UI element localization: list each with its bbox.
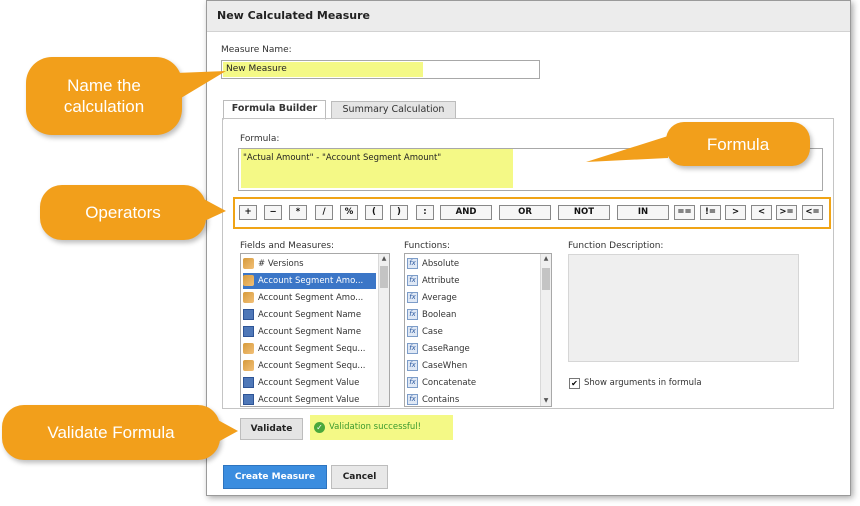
list-item[interactable]: fx Contains: [407, 392, 459, 406]
list-item[interactable]: fx Attribute: [407, 273, 460, 289]
operator-plus-button[interactable]: +: [239, 205, 257, 220]
tab-summary-calculation[interactable]: Summary Calculation: [331, 101, 456, 119]
callout-operators: Operators: [40, 185, 226, 240]
scroll-up-icon[interactable]: ▲: [541, 254, 551, 264]
fields-label: Fields and Measures:: [240, 241, 335, 251]
callout-operators-text: Operators: [85, 203, 161, 222]
function-icon: fx: [407, 377, 418, 388]
list-item[interactable]: Account Segment Name: [243, 307, 361, 323]
function-icon: fx: [407, 292, 418, 303]
scroll-thumb[interactable]: [380, 266, 388, 288]
column-icon: [243, 394, 254, 405]
function-icon: fx: [407, 275, 418, 286]
fields-scrollbar[interactable]: ▲: [378, 254, 389, 406]
functions-label: Functions:: [404, 241, 451, 251]
operators-bar: + − * / % ( ) : AND OR NOT IN == != > < …: [233, 197, 831, 229]
list-item[interactable]: Account Segment Amo...: [243, 290, 363, 306]
list-item[interactable]: fx CaseWhen: [407, 358, 467, 374]
operator-equals-button[interactable]: ==: [674, 205, 695, 220]
check-circle-icon: ✓: [314, 422, 325, 433]
measure-icon: [243, 275, 254, 286]
list-item[interactable]: Account Segment Sequ...: [243, 341, 366, 357]
measure-icon: [243, 343, 254, 354]
function-icon: fx: [407, 258, 418, 269]
callout-pointer: [586, 136, 668, 162]
function-icon: fx: [407, 343, 418, 354]
operator-multiply-button[interactable]: *: [289, 205, 307, 220]
list-item[interactable]: fx Absolute: [407, 256, 459, 272]
operator-greater-equal-button[interactable]: >=: [776, 205, 797, 220]
operator-not-button[interactable]: NOT: [558, 205, 610, 220]
formula-value: "Actual Amount" - "Account Segment Amoun…: [243, 153, 442, 163]
operator-in-button[interactable]: IN: [617, 205, 669, 220]
create-measure-button[interactable]: Create Measure: [223, 465, 327, 489]
function-icon: fx: [407, 360, 418, 371]
function-icon: fx: [407, 326, 418, 337]
list-item[interactable]: fx Boolean: [407, 307, 456, 323]
dialog-titlebar: New Calculated Measure: [207, 1, 850, 32]
operator-minus-button[interactable]: −: [264, 205, 282, 220]
list-item[interactable]: Account Segment Value: [243, 375, 359, 391]
column-icon: [243, 326, 254, 337]
show-arguments-label: Show arguments in formula: [584, 378, 702, 388]
operator-less-button[interactable]: <: [751, 205, 772, 220]
callout-name: Name the calculation: [26, 57, 226, 135]
function-icon: fx: [407, 309, 418, 320]
list-item[interactable]: Account Segment Sequ...: [243, 358, 366, 374]
calculated-measure-dialog: New Calculated Measure Measure Name: New…: [206, 0, 851, 496]
measure-name-input[interactable]: New Measure: [221, 60, 540, 79]
fields-list[interactable]: # Versions Account Segment Amo... Accoun…: [240, 253, 390, 407]
cancel-button[interactable]: Cancel: [331, 465, 388, 489]
callout-formula: Formula: [586, 122, 810, 166]
list-item[interactable]: fx Concatenate: [407, 375, 476, 391]
scroll-down-icon[interactable]: ▼: [541, 396, 551, 406]
formula-label: Formula:: [240, 134, 280, 144]
callout-pointer: [176, 71, 226, 101]
scroll-up-icon[interactable]: ▲: [379, 254, 389, 264]
function-icon: fx: [407, 394, 418, 405]
operator-divide-button[interactable]: /: [315, 205, 333, 220]
operator-greater-button[interactable]: >: [725, 205, 746, 220]
callout-name-text: Name the calculation: [63, 76, 145, 116]
callout-pointer: [216, 419, 238, 443]
validation-message: ✓ Validation successful!: [310, 415, 453, 440]
operator-and-button[interactable]: AND: [440, 205, 492, 220]
list-item-selected[interactable]: Account Segment Amo...: [243, 273, 376, 289]
show-arguments-checkbox[interactable]: ✔: [569, 378, 580, 389]
validation-text: Validation successful!: [329, 422, 422, 432]
list-item[interactable]: # Versions: [243, 256, 304, 272]
operator-close-paren-button[interactable]: ): [390, 205, 408, 220]
column-icon: [243, 377, 254, 388]
operator-colon-button[interactable]: :: [416, 205, 434, 220]
dialog-title: New Calculated Measure: [217, 9, 370, 22]
callout-validate-text: Validate Formula: [47, 423, 175, 442]
scroll-thumb[interactable]: [542, 268, 550, 290]
callout-formula-text: Formula: [706, 135, 770, 154]
operator-or-button[interactable]: OR: [499, 205, 551, 220]
callout-validate: Validate Formula: [2, 405, 238, 460]
list-item[interactable]: Account Segment Name: [243, 324, 361, 340]
measure-name-label: Measure Name:: [221, 45, 292, 55]
list-item[interactable]: fx Case: [407, 324, 443, 340]
list-item[interactable]: fx CaseRange: [407, 341, 470, 357]
measure-icon: [243, 292, 254, 303]
callout-pointer: [200, 197, 226, 223]
operator-open-paren-button[interactable]: (: [365, 205, 383, 220]
functions-scrollbar[interactable]: ▲ ▼: [540, 254, 551, 406]
functions-list[interactable]: fx Absolute fx Attribute fx Average fx Boole…: [404, 253, 552, 407]
operator-less-equal-button[interactable]: <=: [802, 205, 823, 220]
list-item[interactable]: fx Average: [407, 290, 457, 306]
operator-modulo-button[interactable]: %: [340, 205, 358, 220]
function-description-label: Function Description:: [568, 241, 664, 251]
measure-icon: [243, 258, 254, 269]
column-icon: [243, 309, 254, 320]
operator-not-equals-button[interactable]: !=: [700, 205, 721, 220]
measure-icon: [243, 360, 254, 371]
list-item[interactable]: Account Segment Value: [243, 392, 359, 406]
function-description-box: [568, 254, 799, 362]
